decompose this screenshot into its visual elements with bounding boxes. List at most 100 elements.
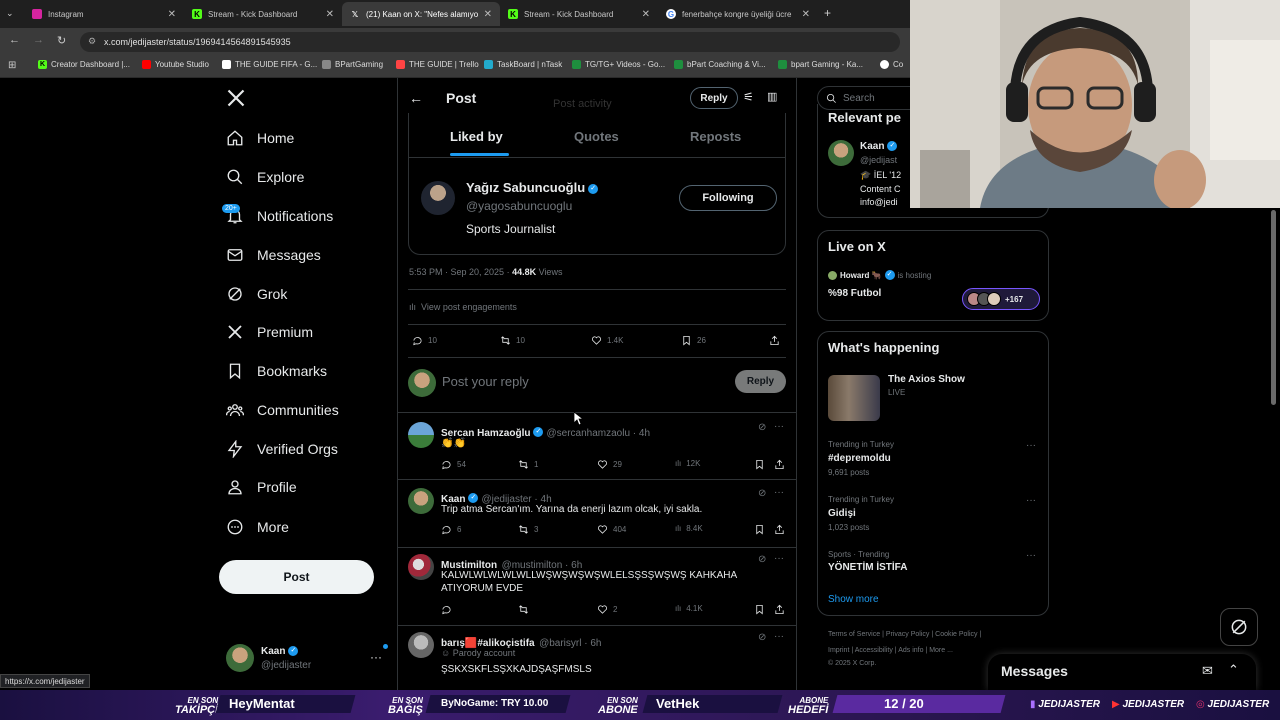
reply-action[interactable]: 54 xyxy=(441,459,466,470)
bookmark-item[interactable]: TG/TG+ Videos - Go... xyxy=(572,60,665,69)
bookmark-item[interactable]: K Creator Dashboard |... xyxy=(38,60,130,69)
bookmark-action[interactable]: 26 xyxy=(681,335,706,346)
reply-submit-button[interactable]: Reply xyxy=(735,370,786,393)
tab-list-icon[interactable]: ⌄ xyxy=(6,8,14,19)
close-icon[interactable]: ✕ xyxy=(802,9,810,20)
footer-link[interactable]: Cookie Policy xyxy=(935,631,977,638)
share-action[interactable] xyxy=(774,459,790,470)
live-space-title[interactable]: %98 Futbol xyxy=(828,288,881,299)
more-dots-icon[interactable]: ··· xyxy=(774,487,784,498)
grok-icon[interactable]: ⊘ xyxy=(758,488,766,499)
views-action[interactable]: ılı 4.1K xyxy=(675,604,703,613)
trend-topic[interactable]: Gidişi xyxy=(828,508,856,519)
nav-home[interactable]: Home xyxy=(226,129,294,147)
avatar[interactable] xyxy=(408,632,434,658)
bookmark-action[interactable] xyxy=(754,604,770,615)
share-action[interactable] xyxy=(774,604,790,615)
reader-view-icon[interactable]: ▥ xyxy=(767,90,777,103)
back-arrow-icon[interactable]: ← xyxy=(9,34,20,46)
views-action[interactable]: ılı 12K xyxy=(675,459,700,468)
avatar[interactable] xyxy=(408,554,434,580)
following-button[interactable]: Following xyxy=(679,185,777,211)
nav-bookmarks[interactable]: Bookmarks xyxy=(226,362,327,380)
reply-input[interactable]: Post your reply xyxy=(442,374,529,389)
nav-profile[interactable]: Profile xyxy=(226,478,297,496)
more-dots-icon[interactable]: ··· xyxy=(1026,550,1036,561)
nav-messages[interactable]: Messages xyxy=(226,246,321,264)
repost-action[interactable]: 1 xyxy=(518,459,538,470)
bookmark-item[interactable]: Co xyxy=(880,60,903,69)
share-action[interactable] xyxy=(769,335,785,346)
view-engagements-link[interactable]: ılı View post engagements xyxy=(409,302,517,312)
nav-notifications[interactable]: Notifications xyxy=(226,207,333,225)
chevron-up-icon[interactable]: ⌃ xyxy=(1228,662,1239,678)
tab-x-post[interactable]: 𝕏 (21) Kaan on X: "Nefes alamıyo ✕ xyxy=(342,2,500,26)
views-action[interactable]: ılı 8.4K xyxy=(675,524,703,533)
messages-dock[interactable]: Messages ✉ ⌃ xyxy=(988,654,1256,690)
new-tab-icon[interactable]: + xyxy=(824,6,831,20)
footer-link[interactable]: Terms of Service xyxy=(828,631,880,638)
more-dots-icon[interactable]: ··· xyxy=(774,421,784,432)
avatar[interactable] xyxy=(421,181,455,215)
bookmark-item[interactable]: THE GUIDE | Trello xyxy=(396,60,479,69)
show-more-link[interactable]: Show more xyxy=(828,594,879,605)
bookmark-item[interactable]: BPartGaming xyxy=(322,60,383,69)
tab-liked-by[interactable]: Liked by xyxy=(450,129,503,144)
trend-topic[interactable]: #depremoldu xyxy=(828,453,891,464)
like-action[interactable]: 404 xyxy=(597,524,626,535)
footer-link[interactable]: Imprint xyxy=(828,647,849,654)
new-message-icon[interactable]: ✉ xyxy=(1202,663,1213,679)
more-dots-icon[interactable]: ··· xyxy=(1026,495,1036,506)
tab-reposts[interactable]: Reposts xyxy=(690,129,741,144)
reply-tweet[interactable]: Sercan Hamzaoğlu ✓ @sercanhamzaolu · 4h ⊘ … xyxy=(398,413,796,479)
liker-name-row[interactable]: Yağız Sabuncuoğlu ✓ xyxy=(466,180,601,195)
account-switcher[interactable]: Kaan ✓ @jedijaster ··· xyxy=(226,644,396,676)
post-button[interactable]: Post xyxy=(219,560,374,594)
grok-floating-button[interactable] xyxy=(1220,608,1258,646)
nav-verified-orgs[interactable]: Verified Orgs xyxy=(226,440,338,458)
nav-more[interactable]: More xyxy=(226,518,289,536)
forward-arrow-icon[interactable]: → xyxy=(33,34,44,46)
tab-quotes[interactable]: Quotes xyxy=(574,129,619,144)
site-info-icon[interactable]: ⚙ xyxy=(88,36,96,47)
like-action[interactable]: 2 xyxy=(597,604,617,615)
footer-link[interactable]: More ... xyxy=(929,647,953,654)
bookmark-item[interactable]: bpart Gaming - Ka... xyxy=(778,60,863,69)
bookmark-item[interactable]: THE GUIDE FIFA - G... xyxy=(222,60,317,69)
live-host-row[interactable]: Howard 🐂 ✓ is hosting xyxy=(828,270,931,280)
avatar[interactable] xyxy=(828,140,854,166)
live-listeners-pill[interactable]: +167 xyxy=(962,288,1040,310)
filter-icon[interactable]: ⚟ xyxy=(743,90,754,104)
footer-link[interactable]: Accessibility xyxy=(855,647,893,654)
reply-tweet[interactable]: Mustimilton @mustimilton · 6h ⊘ ··· KALW… xyxy=(398,548,796,624)
bookmark-item[interactable]: Youtube Studio xyxy=(142,60,209,69)
relevant-name-row[interactable]: Kaan ✓ xyxy=(860,141,900,152)
header-reply-button[interactable]: Reply xyxy=(690,87,738,109)
back-arrow-icon[interactable]: ← xyxy=(409,90,423,106)
tab-google-search[interactable]: G fenerbahçe kongre üyeliği ücre ✕ xyxy=(658,2,818,26)
reply-action[interactable]: 6 xyxy=(441,524,461,535)
bookmark-action[interactable] xyxy=(754,459,770,470)
apps-grid-icon[interactable]: ⊞ xyxy=(8,60,16,71)
more-dots-icon[interactable]: ··· xyxy=(774,631,784,642)
repost-action[interactable]: 3 xyxy=(518,524,538,535)
like-action[interactable]: 29 xyxy=(597,459,622,470)
reply-tweet[interactable]: Kaan ✓ @jedijaster · 4h ⊘ ··· Trip atma Se… xyxy=(398,480,796,546)
reply-tweet[interactable]: barış🟥#alikoçistifa @barisyrl · 6h ⊘ ···… xyxy=(398,626,796,690)
grok-icon[interactable]: ⊘ xyxy=(758,422,766,433)
scrollbar-thumb[interactable] xyxy=(1271,210,1276,405)
url-field[interactable]: ⚙ x.com/jedijaster/status/19694145648915… xyxy=(80,32,900,52)
bookmark-action[interactable] xyxy=(754,524,770,535)
bookmark-item[interactable]: TaskBoard | nTask xyxy=(484,60,562,69)
close-icon[interactable]: ✕ xyxy=(326,9,334,20)
show-name[interactable]: The Axios Show xyxy=(888,374,965,385)
footer-link[interactable]: Privacy Policy xyxy=(886,631,930,638)
close-icon[interactable]: ✕ xyxy=(642,9,650,20)
nav-explore[interactable]: Explore xyxy=(226,168,304,186)
close-icon[interactable]: ✕ xyxy=(168,9,176,20)
bookmark-item[interactable]: bPart Coaching & Vi... xyxy=(674,60,766,69)
footer-link[interactable]: Ads info xyxy=(898,647,923,654)
reply-action[interactable] xyxy=(441,604,457,615)
avatar[interactable] xyxy=(408,422,434,448)
repost-action[interactable] xyxy=(518,604,534,615)
